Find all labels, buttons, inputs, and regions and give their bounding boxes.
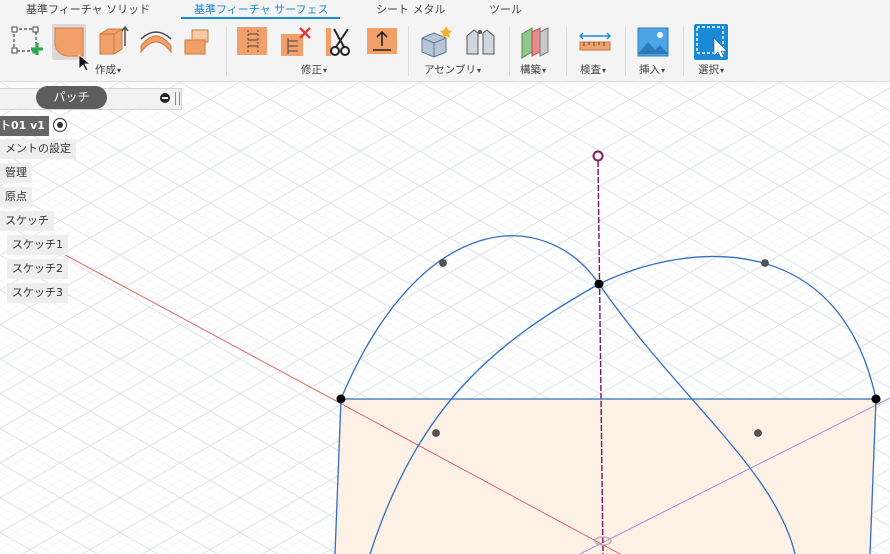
- browser-item-document-settings[interactable]: メントの設定: [0, 139, 76, 159]
- insert-image-button[interactable]: [636, 24, 670, 60]
- create-menu[interactable]: 作成▾: [95, 63, 121, 77]
- tab-sheet-metal[interactable]: シート メタル: [376, 2, 446, 18]
- revolve-button[interactable]: [139, 24, 173, 60]
- sketch-vertex[interactable]: [871, 394, 881, 404]
- offset-plane-icon: [521, 27, 549, 59]
- control-point[interactable]: [439, 259, 447, 267]
- browser-item-sketches[interactable]: スケッチ: [0, 211, 54, 231]
- create-sketch-icon: [11, 26, 43, 55]
- loft-button[interactable]: [182, 24, 216, 60]
- select-button[interactable]: [694, 24, 728, 60]
- ribbon-toolbar: 基準フィーチャ ソリッド 基準フィーチャ サーフェス シート メタル ツール 作…: [0, 0, 890, 82]
- group-divider: [683, 26, 684, 76]
- measure-button[interactable]: [578, 24, 612, 60]
- revolve-icon: [140, 31, 172, 54]
- patch-tooltip: パッチ: [36, 86, 107, 109]
- browser-item-sketch-3[interactable]: スケッチ3: [7, 283, 68, 303]
- browser-item-origin[interactable]: 原点: [0, 187, 32, 207]
- joint-button[interactable]: [464, 24, 498, 60]
- select-menu[interactable]: 選択▾: [698, 63, 724, 77]
- canvas-viewport[interactable]: [0, 82, 890, 554]
- insert-image-icon: [637, 27, 669, 57]
- browser-item-sketch-2[interactable]: スケッチ2: [7, 259, 68, 279]
- browser-item-named-views[interactable]: 管理: [0, 163, 32, 183]
- create-sketch-button[interactable]: [10, 24, 44, 60]
- trim-icon: [326, 28, 350, 56]
- group-divider: [566, 26, 567, 76]
- group-divider: [226, 26, 227, 76]
- group-divider: [625, 26, 626, 76]
- joint-icon: [466, 29, 495, 55]
- collapse-icon[interactable]: [160, 93, 170, 103]
- control-point[interactable]: [754, 429, 762, 437]
- new-component-button[interactable]: [420, 24, 454, 60]
- active-tab-indicator: [181, 17, 340, 19]
- browser-item-sketch-1[interactable]: スケッチ1: [7, 235, 68, 255]
- group-divider: [408, 26, 409, 76]
- sketch-vertex[interactable]: [594, 279, 604, 289]
- active-component-radio-icon[interactable]: [53, 118, 67, 132]
- offset-plane-button[interactable]: [518, 24, 552, 60]
- z-axis-endpoint[interactable]: [592, 150, 604, 162]
- extrude-icon: [99, 25, 129, 55]
- patch-surface[interactable]: [335, 399, 876, 554]
- thicken-icon: [367, 28, 397, 54]
- mouse-cursor-icon: [78, 54, 90, 72]
- browser-root-component[interactable]: ト01 v1: [0, 116, 49, 136]
- modify-menu[interactable]: 修正▾: [301, 63, 327, 77]
- extrude-button[interactable]: [96, 24, 130, 60]
- assemble-menu[interactable]: アセンブリ▾: [424, 63, 481, 77]
- delete-icon: [281, 27, 311, 56]
- control-point[interactable]: [432, 429, 440, 437]
- inspect-menu[interactable]: 検査▾: [580, 63, 606, 77]
- thicken-button[interactable]: [365, 24, 399, 60]
- tab-surface[interactable]: 基準フィーチャ サーフェス: [194, 2, 329, 18]
- tab-tools[interactable]: ツール: [489, 2, 522, 18]
- loft-icon: [184, 29, 209, 55]
- panel-grip-icon[interactable]: [175, 92, 180, 105]
- measure-icon: [579, 32, 611, 51]
- select-icon: [696, 26, 728, 59]
- group-divider: [509, 26, 510, 76]
- new-component-icon: [421, 26, 452, 58]
- control-point[interactable]: [761, 259, 769, 267]
- insert-menu[interactable]: 挿入▾: [639, 63, 665, 77]
- tab-solid[interactable]: 基準フィーチャ ソリッド: [26, 2, 150, 18]
- offset-surface-icon: [237, 27, 267, 55]
- offset-surface-button[interactable]: [236, 24, 270, 60]
- trim-button[interactable]: [322, 24, 356, 60]
- sketch-vertex[interactable]: [336, 394, 346, 404]
- delete-button[interactable]: [280, 24, 314, 60]
- construct-menu[interactable]: 構築▾: [520, 63, 546, 77]
